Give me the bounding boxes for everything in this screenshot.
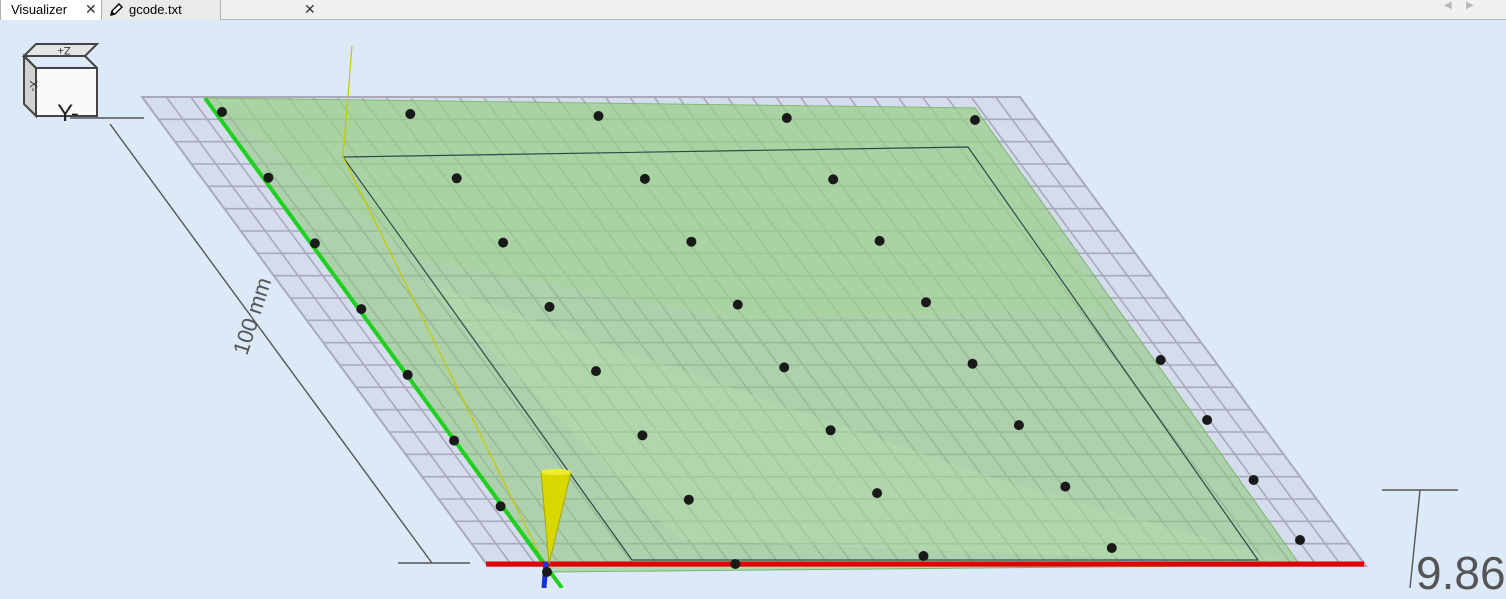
close-icon[interactable]: ✕ bbox=[304, 0, 316, 19]
probe-point bbox=[639, 173, 650, 184]
probe-point bbox=[686, 236, 697, 247]
probe-point bbox=[263, 172, 274, 183]
probe-point bbox=[1060, 481, 1071, 492]
probe-point bbox=[591, 366, 601, 377]
probe-point bbox=[544, 301, 555, 312]
tab-gcode-file[interactable]: gcode.txt ✕ bbox=[102, 0, 316, 20]
probe-point bbox=[405, 109, 416, 119]
probe-point bbox=[967, 358, 978, 369]
probe-point bbox=[1013, 420, 1024, 431]
probe-point bbox=[495, 501, 506, 512]
close-icon[interactable]: ✕ bbox=[85, 0, 97, 19]
probe-point bbox=[1106, 543, 1117, 553]
probe-point bbox=[683, 494, 694, 505]
probe-point bbox=[217, 107, 227, 117]
probe-point bbox=[828, 174, 839, 185]
probe-point bbox=[309, 238, 320, 249]
view-cube-side-label: X- bbox=[27, 81, 39, 92]
view-cube-front-label[interactable]: Y- bbox=[40, 100, 96, 136]
probe-point bbox=[970, 115, 980, 125]
probe-point bbox=[874, 235, 885, 246]
probe-point bbox=[498, 237, 509, 248]
probe-point bbox=[1248, 475, 1259, 485]
probe-point bbox=[1202, 415, 1213, 425]
probe-point bbox=[637, 430, 648, 441]
probe-point bbox=[779, 362, 790, 373]
height-readout: 9.86 bbox=[1416, 547, 1506, 599]
view-cube-top-label: Z+ bbox=[57, 44, 70, 56]
probe-point bbox=[451, 173, 462, 184]
probe-point bbox=[593, 111, 604, 121]
probe-point bbox=[1155, 355, 1166, 365]
probe-point bbox=[449, 435, 460, 446]
probe-point bbox=[542, 567, 552, 577]
pencil-icon bbox=[110, 3, 123, 16]
probe-point bbox=[825, 425, 836, 436]
probe-point bbox=[781, 113, 792, 123]
probe-point bbox=[732, 299, 743, 310]
probe-point bbox=[872, 488, 883, 499]
probe-point bbox=[918, 551, 929, 561]
probe-point bbox=[356, 304, 367, 315]
tab-visualizer[interactable]: Visualizer ✕ bbox=[0, 0, 102, 20]
scene-canvas[interactable]: Z+ X- bbox=[0, 20, 1506, 588]
tab-visualizer-label: Visualizer bbox=[11, 2, 68, 17]
probe-point bbox=[730, 559, 741, 569]
probe-point bbox=[402, 369, 413, 380]
visualizer-viewport[interactable]: Z+ X- Y- 100 mm 9.86 bbox=[0, 20, 1506, 598]
probe-point bbox=[1295, 535, 1305, 545]
tool-cone-top bbox=[541, 469, 571, 475]
tab-scroll-left-button[interactable]: ◀ bbox=[1444, 0, 1452, 12]
tab-bar: Visualizer ✕ gcode.txt ✕ ◀ ▶ bbox=[0, 0, 1506, 20]
probe-point bbox=[921, 297, 931, 308]
tab-scroll-right-button[interactable]: ▶ bbox=[1466, 0, 1474, 12]
tab-gcode-label: gcode.txt bbox=[129, 2, 182, 17]
